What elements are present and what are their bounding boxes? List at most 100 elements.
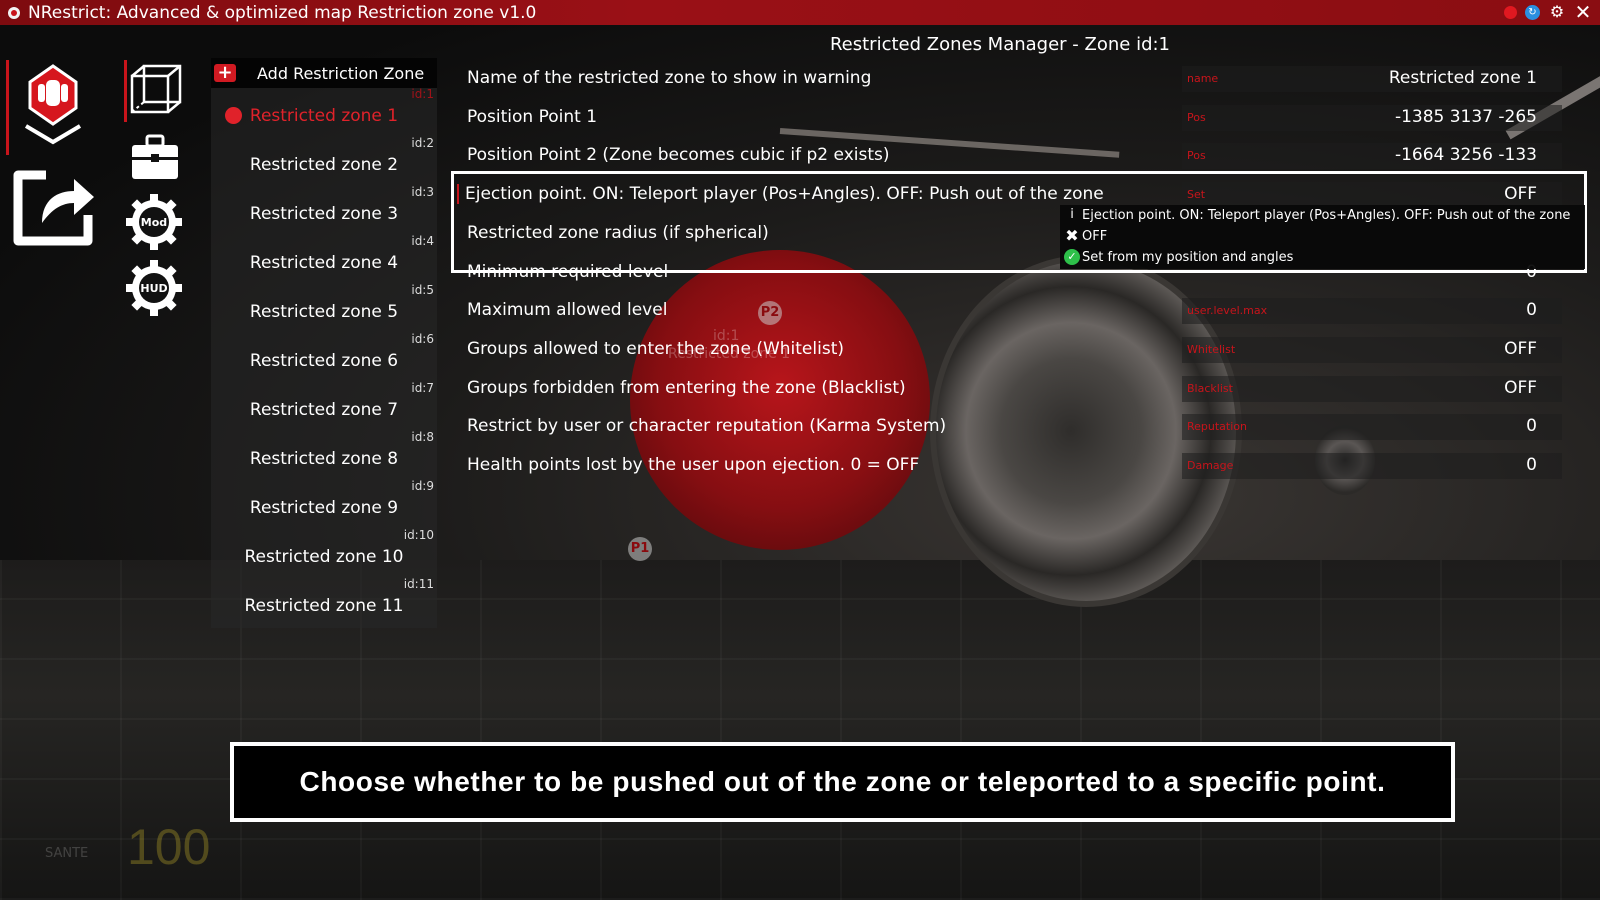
- manager-title: Restricted Zones Manager - Zone id:1: [829, 34, 1171, 55]
- property-value: 0: [1526, 300, 1537, 321]
- stop-hand-icon[interactable]: [18, 64, 88, 153]
- tutorial-banner: Choose whether to be pushed out of the z…: [230, 742, 1455, 822]
- property-value: 0: [1526, 416, 1537, 437]
- property-tag: Pos: [1187, 149, 1206, 163]
- zone-name-label: Restricted zone 8: [249, 449, 399, 469]
- property-value: Restricted zone 1: [1388, 68, 1537, 88]
- tutorial-banner-text: Choose whether to be pushed out of the z…: [299, 766, 1386, 797]
- active-indicator: [124, 60, 127, 122]
- hud-label: HUD: [140, 282, 167, 295]
- health-label: SANTE: [45, 846, 89, 861]
- zone-list-item[interactable]: id:11 Restricted zone 11: [211, 577, 437, 627]
- zone-id-label: id:11: [403, 577, 434, 591]
- zone-name-label: Restricted zone 4: [249, 253, 399, 273]
- property-label: Position Point 1: [467, 106, 598, 127]
- add-zone-label: Add Restriction Zone: [257, 64, 425, 83]
- zone-id-label: id:2: [411, 136, 434, 150]
- property-label: Groups allowed to enter the zone (Whitel…: [467, 338, 844, 359]
- property-row[interactable]: Name of the restricted zone to show in w…: [457, 64, 1567, 94]
- zone-name-label: Restricted zone 9: [249, 498, 399, 518]
- property-row[interactable]: Restrict by user or character reputation…: [457, 412, 1567, 442]
- zone-name-label: Restricted zone 5: [249, 302, 399, 322]
- property-label: Groups forbidden from entering the zone …: [467, 377, 906, 398]
- zone-id-label: id:7: [411, 381, 434, 395]
- zone-list-item[interactable]: id:7 Restricted zone 7: [211, 381, 437, 431]
- property-row[interactable]: Groups forbidden from entering the zone …: [457, 374, 1567, 404]
- zone-list-item[interactable]: id:9 Restricted zone 9: [211, 479, 437, 529]
- zone-id-label: id:3: [411, 185, 434, 199]
- zone-list-item[interactable]: id:6 Restricted zone 6: [211, 332, 437, 382]
- window-titlebar: NRestrict: Advanced & optimized map Rest…: [0, 0, 1600, 25]
- property-row[interactable]: Groups allowed to enter the zone (Whitel…: [457, 335, 1567, 365]
- property-tag: Damage: [1187, 459, 1234, 472]
- property-tag: Pos: [1187, 110, 1206, 124]
- zone-name-label: Restricted zone 1: [249, 106, 399, 126]
- property-value: OFF: [1504, 338, 1537, 359]
- x-icon: ✖: [1065, 226, 1079, 245]
- property-tag: Blacklist: [1187, 381, 1233, 395]
- check-icon: ✓: [1064, 249, 1080, 265]
- zone-list-item[interactable]: id:10 Restricted zone 10: [211, 528, 437, 578]
- dropdown-option-off[interactable]: ✖ OFF: [1060, 226, 1585, 247]
- property-label: Name of the restricted zone to show in w…: [467, 68, 872, 88]
- cube-icon[interactable]: [128, 62, 184, 122]
- titlebar-icons: ↻ ⚙ ✕: [1504, 2, 1592, 22]
- property-row[interactable]: Position Point 1 Pos -1385 3137 -265: [457, 103, 1567, 133]
- property-value: -1385 3137 -265: [1394, 106, 1537, 127]
- property-value: OFF: [1504, 377, 1537, 398]
- property-label: Health points lost by the user upon ejec…: [467, 455, 920, 475]
- zone-name-label: Restricted zone 11: [244, 596, 404, 616]
- zone-id-label: id:8: [411, 430, 434, 444]
- add-zone-button[interactable]: + Add Restriction Zone: [211, 58, 437, 88]
- ejection-dropdown: i Ejection point. ON: Teleport player (P…: [1060, 205, 1585, 269]
- hud-gear-icon[interactable]: HUD: [125, 259, 183, 321]
- dropdown-info-row: i Ejection point. ON: Teleport player (P…: [1060, 205, 1585, 226]
- property-tag: Whitelist: [1187, 342, 1236, 356]
- window-title: NRestrict: Advanced & optimized map Rest…: [28, 2, 537, 23]
- gear-icon[interactable]: ⚙: [1548, 3, 1566, 21]
- dropdown-off-label: OFF: [1082, 229, 1108, 244]
- property-label: Maximum allowed level: [467, 300, 668, 321]
- zone-id-label: id:9: [411, 479, 434, 493]
- property-tag: user.level.max: [1187, 304, 1268, 318]
- zone-name-label: Restricted zone 3: [249, 204, 399, 224]
- zone-list-item[interactable]: id:3 Restricted zone 3: [211, 185, 437, 235]
- property-row[interactable]: Maximum allowed level user.level.max 0: [457, 296, 1567, 326]
- zone-list-item[interactable]: id:2 Restricted zone 2: [211, 136, 437, 186]
- zone-name-label: Restricted zone 6: [249, 351, 399, 371]
- zone-list-item[interactable]: id:5 Restricted zone 5: [211, 283, 437, 333]
- dropdown-set-label: Set from my position and angles: [1082, 250, 1294, 265]
- close-icon[interactable]: ✕: [1574, 2, 1592, 22]
- property-tag: name: [1187, 72, 1219, 85]
- plus-icon: +: [214, 64, 236, 82]
- property-value: 0: [1526, 455, 1537, 475]
- property-row[interactable]: Health points lost by the user upon ejec…: [457, 451, 1567, 481]
- property-label: Restrict by user or character reputation…: [467, 416, 947, 437]
- toolbox-icon[interactable]: [130, 133, 180, 187]
- mod-label: Mod: [141, 216, 167, 229]
- zone-name-label: Restricted zone 7: [249, 400, 399, 420]
- p1-marker: P1: [628, 537, 652, 561]
- zone-id-label: id:4: [411, 234, 434, 248]
- app-icon: [8, 6, 20, 19]
- zone-list-item[interactable]: id:4 Restricted zone 4: [211, 234, 437, 284]
- zone-name-label: Restricted zone 10: [244, 547, 404, 567]
- dropdown-option-set[interactable]: ✓ Set from my position and angles: [1060, 247, 1585, 268]
- active-indicator: [6, 60, 9, 155]
- refresh-icon[interactable]: ↻: [1525, 4, 1540, 20]
- zone-id-label: id:10: [403, 528, 434, 542]
- zone-id-label: id:6: [411, 332, 434, 346]
- zone-list: + Add Restriction Zone id:1 Restricted zo…: [211, 58, 437, 628]
- zone-list-item[interactable]: id:8 Restricted zone 8: [211, 430, 437, 480]
- mod-gear-icon[interactable]: Mod: [125, 193, 183, 255]
- info-icon: i: [1070, 207, 1074, 222]
- zone-id-label: id:1: [411, 87, 434, 101]
- zone-list-item[interactable]: id:1 Restricted zone 1: [211, 87, 437, 137]
- property-row[interactable]: Position Point 2 (Zone becomes cubic if …: [457, 141, 1567, 171]
- property-label: Position Point 2 (Zone becomes cubic if …: [467, 145, 890, 166]
- record-icon[interactable]: [1504, 5, 1517, 19]
- health-value: 100: [127, 819, 211, 875]
- property-value: -1664 3256 -133: [1394, 145, 1537, 166]
- share-icon[interactable]: [8, 163, 98, 252]
- property-tag: Reputation: [1187, 420, 1247, 434]
